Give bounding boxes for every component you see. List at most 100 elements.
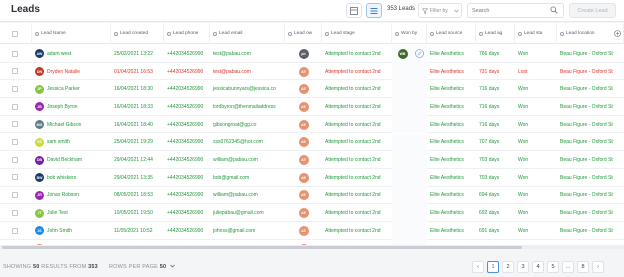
avatar: JS	[35, 226, 44, 236]
create-lead-button[interactable]: Create Lead	[569, 3, 616, 18]
row-checkbox[interactable]	[12, 139, 18, 145]
horizontal-scrollbar[interactable]	[0, 245, 624, 249]
lead-name-cell[interactable]: MG Michael Gibson	[32, 116, 111, 134]
row-checkbox[interactable]	[12, 156, 18, 163]
row-checkbox[interactable]	[12, 227, 18, 234]
avatar: JT	[35, 208, 44, 218]
avatar: AE	[298, 101, 309, 112]
next-page-button[interactable]: ›	[592, 261, 604, 273]
table-row[interactable]: DN Dryden Natalie 01/04/2021 16:53 +4420…	[0, 62, 624, 81]
row-checkbox[interactable]	[12, 103, 18, 110]
table-row[interactable]: JT Julie Test 10/05/2021 19:50 +44203452…	[0, 204, 624, 222]
lead-name[interactable]: Dryden Natalie	[47, 69, 80, 75]
page-button-3[interactable]: 3	[517, 261, 529, 273]
lead-name[interactable]: bob whiskers	[47, 175, 76, 181]
lead-name[interactable]: John Smith	[47, 228, 72, 234]
lead-owner-cell: AE	[285, 116, 322, 134]
page-ellipsis[interactable]: ...	[562, 261, 574, 273]
lead-name-cell[interactable]: DB David Beckham	[32, 151, 111, 169]
lead-name-cell[interactable]: JR Jonas Robson	[32, 187, 111, 205]
row-checkbox[interactable]	[12, 50, 18, 57]
row-checkbox[interactable]	[12, 121, 18, 128]
avatar: AW	[35, 49, 44, 59]
lead-email: william@pabau.com	[213, 192, 258, 199]
column-header-lead-age[interactable]: Lead ag	[476, 23, 515, 44]
page-button-4[interactable]: 4	[532, 261, 544, 273]
row-checkbox[interactable]	[12, 174, 18, 181]
avatar: AE	[298, 208, 309, 219]
lead-name-cell[interactable]: BW bob whiskers	[32, 169, 111, 187]
lead-name-cell[interactable]: JS John Smith	[32, 222, 111, 240]
page-button-5[interactable]: 5	[547, 261, 559, 273]
column-header-lead-location[interactable]: Lead location	[557, 23, 624, 44]
won-by-cell	[392, 168, 427, 187]
lead-name[interactable]: David Beckham	[47, 157, 82, 163]
rows-per-page[interactable]: ROWS PER PAGE 50	[109, 264, 175, 270]
table-row[interactable]: SS sam smith 25/04/2021 19:29 +442034526…	[0, 133, 624, 152]
lead-name-cell[interactable]: JP Jessica Parker	[32, 80, 111, 98]
row-checkbox[interactable]	[12, 209, 18, 216]
lead-age: 716 days	[479, 86, 500, 93]
lead-owner-cell: AE	[285, 134, 322, 152]
table-row[interactable]: JS John Smith 11/05/2021 10:52 +44203452…	[0, 222, 624, 240]
lead-name[interactable]: Michael Gibson	[47, 122, 81, 128]
row-checkbox[interactable]	[12, 192, 18, 199]
lead-name-cell[interactable]: SS sam smith	[32, 134, 111, 152]
lead-phone: +442034526990	[167, 68, 204, 75]
table-row[interactable]: JP Jessica Parker 16/04/2021 18:30 +4420…	[0, 80, 624, 99]
column-header-lead-owner[interactable]: Lead ow	[285, 23, 322, 44]
lead-owner-cell: AE	[285, 151, 322, 169]
lead-location: Beau Figure - Oxford St	[560, 227, 613, 234]
lead-name[interactable]: Julie Test	[47, 210, 68, 216]
leads-table: Lead Name Lead created Lead phone Lead e…	[0, 23, 624, 245]
lead-name[interactable]: sam smith	[47, 139, 70, 145]
column-header-lead-email[interactable]: Lead email	[210, 23, 285, 44]
lead-name[interactable]: adam west	[47, 51, 71, 57]
lead-location: Beau Figure - Oxford St	[560, 86, 613, 93]
edit-icon[interactable]	[414, 49, 424, 59]
lead-status: Won	[518, 210, 529, 217]
grid-view-button[interactable]	[346, 3, 362, 18]
column-settings-icon[interactable]	[614, 30, 621, 37]
lead-name-cell[interactable]: JT Julie Test	[32, 204, 111, 222]
lead-name-cell[interactable]: DN Dryden Natalie	[32, 63, 111, 81]
lead-location: Beau Figure - Oxford St	[560, 103, 613, 110]
filter-by-button[interactable]: Filter by	[418, 3, 462, 18]
lead-name-cell[interactable]: JB Joseph Byron	[32, 98, 111, 116]
column-header-lead-phone[interactable]: Lead phone	[164, 23, 210, 44]
table-row[interactable]: BW bob whiskers 29/04/2021 13:35 +442034…	[0, 168, 624, 187]
table-row[interactable]: AW adam west 25/02/2021 13:22 +442034526…	[0, 45, 624, 63]
table-row[interactable]: JR Jonas Robson 08/05/2021 18:53 +442034…	[0, 186, 624, 205]
prev-page-button[interactable]: ‹	[472, 261, 484, 273]
page-button-8[interactable]: 8	[577, 261, 589, 273]
column-header-lead-created[interactable]: Lead created	[111, 23, 164, 44]
page-button-1[interactable]: 1	[487, 261, 499, 273]
lead-name[interactable]: Jessica Parker	[47, 86, 80, 92]
select-all-checkbox[interactable]	[12, 30, 18, 37]
list-view-icon	[370, 7, 378, 14]
list-view-button[interactable]	[366, 3, 382, 18]
column-header-lead-status[interactable]: Lead sta	[515, 23, 557, 44]
column-header-lead-source[interactable]: Lead source	[427, 23, 476, 44]
lead-owner-cell: AE	[285, 98, 322, 116]
table-row[interactable]: MG Michael Gibson 16/04/2021 18:40 +4420…	[0, 115, 624, 134]
page-button-2[interactable]: 2	[502, 261, 514, 273]
table-row[interactable]: DB David Beckham 29/04/2021 12:44 +44203…	[0, 151, 624, 169]
results-summary: SHOWING 50 RESULTS FROM 353	[3, 264, 98, 270]
lead-name[interactable]: Joseph Byron	[47, 104, 78, 110]
lead-name-cell[interactable]: AW adam west	[32, 45, 111, 63]
row-checkbox[interactable]	[12, 68, 18, 75]
column-header-lead-stage[interactable]: Lead stage	[322, 23, 392, 44]
lead-stage: Attempted to contact 2nd	[325, 86, 381, 93]
row-checkbox[interactable]	[12, 85, 18, 92]
table-footer: SHOWING 50 RESULTS FROM 353 ROWS PER PAG…	[0, 258, 624, 277]
search-icon[interactable]	[550, 6, 558, 14]
lead-phone: +442034526990	[167, 210, 204, 217]
column-header-lead-name[interactable]: Lead Name	[32, 23, 111, 44]
lead-name[interactable]: Jonas Robson	[47, 192, 79, 198]
table-row[interactable]: JB Joseph Byron 16/04/2021 18:33 +442034…	[0, 98, 624, 116]
lead-status: Won	[518, 103, 529, 110]
column-header-won-by[interactable]: Won by	[392, 23, 427, 44]
lead-age: 731 days	[479, 68, 500, 75]
horizontal-scrollbar-thumb[interactable]	[2, 245, 522, 249]
